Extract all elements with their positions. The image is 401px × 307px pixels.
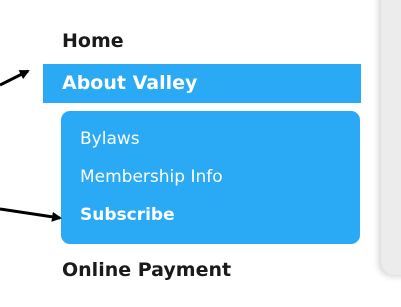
arrow-to-subscribe-icon <box>0 207 62 222</box>
annotation-arrows <box>0 69 62 222</box>
arrow-to-about-valley-icon <box>0 69 30 87</box>
